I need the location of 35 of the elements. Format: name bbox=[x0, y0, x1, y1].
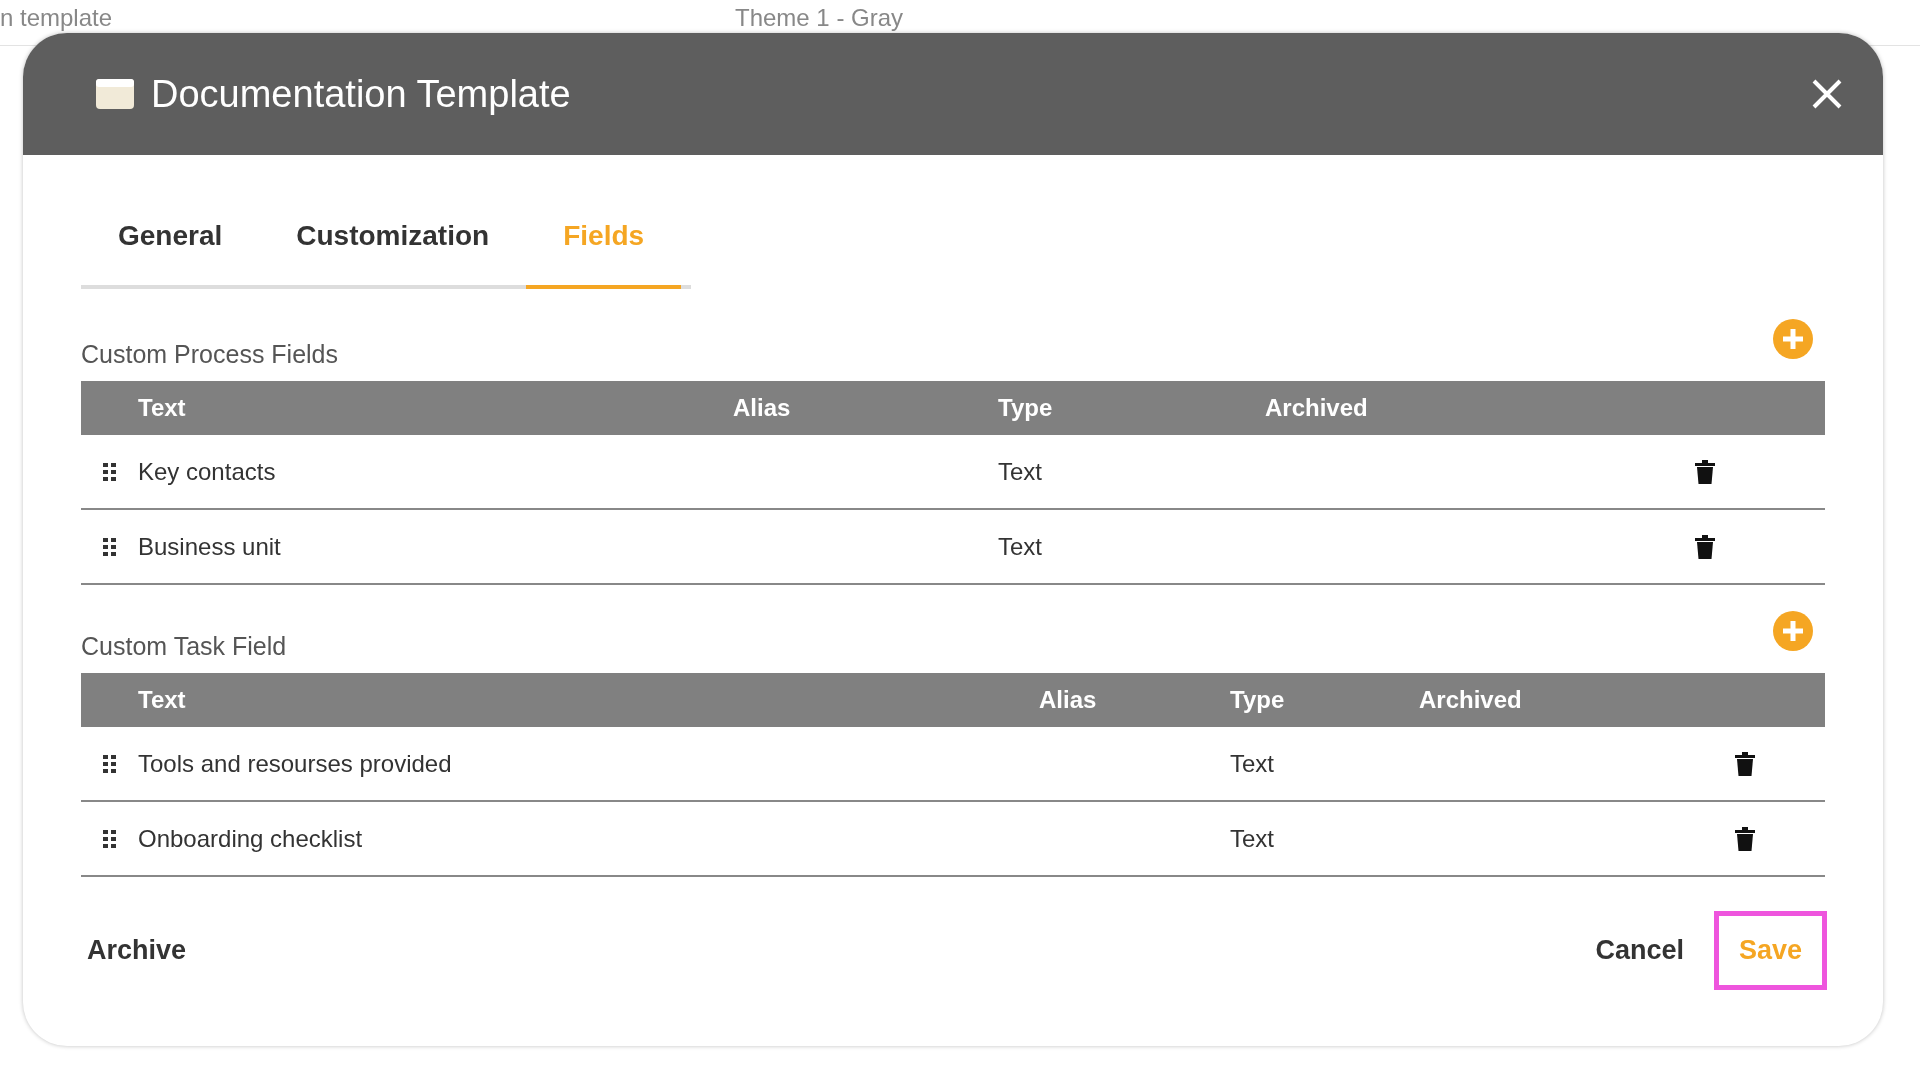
delete-icon[interactable] bbox=[1695, 459, 1715, 484]
delete-icon[interactable] bbox=[1735, 751, 1755, 776]
column-header: Archived bbox=[1265, 393, 1369, 423]
section-title: Custom Task Field bbox=[81, 630, 287, 662]
table-cell-text: Key contacts bbox=[138, 456, 277, 487]
delete-icon[interactable] bbox=[1735, 826, 1755, 851]
drag-handle-icon[interactable] bbox=[102, 754, 117, 773]
table-cell-text: Text bbox=[1230, 748, 1275, 779]
column-header: Text bbox=[138, 393, 187, 423]
column-header: Archived bbox=[1419, 685, 1523, 715]
drag-handle-icon[interactable] bbox=[102, 829, 117, 848]
table-cell-text: Tools and resourses provided bbox=[138, 748, 453, 779]
table-cell-text: Text bbox=[998, 456, 1043, 487]
delete-icon[interactable] bbox=[1695, 534, 1715, 559]
archive-button[interactable]: Archive bbox=[81, 929, 193, 972]
column-header: Alias bbox=[1039, 685, 1098, 715]
tab[interactable]: General bbox=[81, 203, 260, 289]
drag-handle-icon[interactable] bbox=[102, 537, 117, 556]
tab[interactable]: Customization bbox=[259, 203, 527, 289]
table-cell-text: Onboarding checklist bbox=[138, 823, 364, 854]
section-title: Custom Process Fields bbox=[81, 338, 339, 370]
column-header: Text bbox=[138, 685, 187, 715]
page-text: n template bbox=[0, 3, 113, 33]
table-cell-text: Text bbox=[998, 531, 1043, 562]
drag-handle-icon[interactable] bbox=[102, 462, 117, 481]
page-text: Theme 1 - Gray bbox=[735, 3, 904, 33]
column-header: Alias bbox=[733, 393, 792, 423]
cancel-button[interactable]: Cancel bbox=[1589, 929, 1690, 972]
column-header: Type bbox=[1230, 685, 1286, 715]
column-header: Type bbox=[998, 393, 1054, 423]
window-icon bbox=[95, 78, 135, 110]
table-cell-text: Business unit bbox=[138, 531, 282, 562]
dialog-title: Documentation Template bbox=[151, 71, 571, 117]
close-button[interactable] bbox=[1811, 78, 1843, 110]
table-cell-text: Text bbox=[1230, 823, 1275, 854]
